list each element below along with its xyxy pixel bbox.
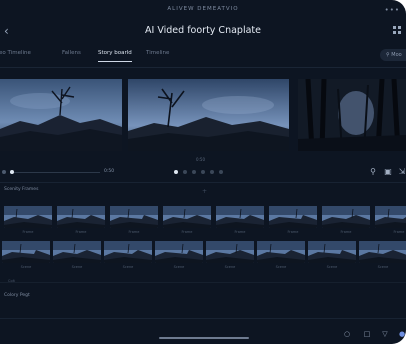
frame-thumbnail[interactable]	[375, 206, 406, 228]
expand-icon[interactable]: ⇲	[396, 166, 406, 178]
page-title: AI Vided foorty Cnaplate	[145, 25, 261, 36]
scrubber-time: 0:50	[104, 169, 115, 174]
tab-timeline[interactable]: Timeline	[146, 48, 169, 58]
preview-frame-3[interactable]	[298, 79, 406, 151]
frame-label: Frame	[128, 230, 140, 234]
home-circle-icon[interactable]: ○	[342, 329, 352, 339]
frame-thumbnail[interactable]	[163, 206, 211, 228]
scene-thumbnail[interactable]	[308, 241, 356, 263]
frame-label: Frame	[75, 230, 87, 234]
app-name: ALIVEW DEMEATVIO	[167, 6, 239, 12]
search-button[interactable]: ⚲ Moo	[380, 49, 406, 61]
scene-label: Scene	[122, 265, 134, 269]
scene-strip: Scene Scene Scene Scene Scene Scene Scene Scene	[0, 241, 406, 269]
scene-thumbnail[interactable]	[155, 241, 203, 263]
scene-label: Scene	[377, 265, 389, 269]
home-indicator[interactable]	[159, 337, 249, 339]
frame-thumbnail[interactable]	[4, 206, 52, 228]
frame-thumbnail[interactable]	[322, 206, 370, 228]
recents-square-icon[interactable]: □	[362, 329, 372, 339]
search-icon: ⚲	[386, 52, 390, 58]
page-dot[interactable]	[174, 170, 178, 174]
more-menu-icon[interactable]: •••	[385, 6, 400, 14]
frame-thumbnail[interactable]	[110, 206, 158, 228]
tab-divider	[0, 67, 406, 68]
scene-thumbnail[interactable]	[359, 241, 406, 263]
frame-thumbnail[interactable]	[57, 206, 105, 228]
search-frame-icon[interactable]: ⚲	[367, 166, 379, 178]
scene-thumbnail[interactable]	[257, 241, 305, 263]
scene-thumbnail[interactable]	[206, 241, 254, 263]
section-label-frames: Scenity Frames	[4, 187, 39, 192]
app-window: ALIVEW DEMEATVIO ••• ‹ AI Vided foorty C…	[0, 0, 406, 344]
add-frame-icon[interactable]: +	[202, 188, 207, 195]
scene-label: Scene	[275, 265, 287, 269]
frame-label: Frame	[340, 230, 352, 234]
page-dot[interactable]	[219, 170, 223, 174]
frame-label: Frame	[22, 230, 34, 234]
preview-frame-2[interactable]	[128, 79, 289, 151]
tab-fallens[interactable]: Fallens	[62, 48, 81, 58]
scrubber-start-marker	[2, 170, 6, 174]
grid-view-icon[interactable]	[393, 26, 401, 34]
section-divider	[0, 318, 406, 319]
frame-strip: Frame Frame Frame Frame Frame Frame Frame Frame	[0, 206, 406, 234]
frame-label: Frame	[393, 230, 405, 234]
strip-note: Colt	[8, 279, 15, 283]
scene-label: Scene	[326, 265, 338, 269]
page-dot[interactable]	[183, 170, 187, 174]
assistant-icon[interactable]: ●	[397, 329, 406, 339]
scrubber-handle[interactable]	[9, 170, 14, 174]
tab-bar: ideo Timeline Fallens Story boarld Timel…	[0, 48, 406, 64]
scene-thumbnail[interactable]	[2, 241, 50, 263]
page-dot[interactable]	[192, 170, 196, 174]
crop-icon[interactable]: ▣	[382, 166, 394, 178]
preview-caption: 0:50	[196, 157, 205, 162]
section-divider	[0, 182, 406, 183]
page-dot[interactable]	[210, 170, 214, 174]
preview-frame-1[interactable]	[0, 79, 122, 151]
scene-thumbnail[interactable]	[53, 241, 101, 263]
scene-label: Scene	[71, 265, 83, 269]
scene-label: Scene	[173, 265, 185, 269]
scrubber-track[interactable]	[10, 172, 100, 173]
frame-label: Frame	[181, 230, 193, 234]
page-dot[interactable]	[201, 170, 205, 174]
tab-video-timeline[interactable]: ideo Timeline	[0, 48, 31, 58]
back-triangle-icon[interactable]: ▽	[380, 329, 390, 339]
search-label: Moo	[391, 52, 402, 58]
frame-label: Frame	[234, 230, 246, 234]
tab-storyboard[interactable]: Story boarld	[98, 48, 132, 62]
scene-label: Scene	[20, 265, 32, 269]
strip-divider	[0, 282, 406, 283]
frame-label: Frame	[287, 230, 299, 234]
frame-thumbnail[interactable]	[216, 206, 264, 228]
section-label-story: Colory Pegt	[4, 293, 30, 298]
scene-label: Scene	[224, 265, 236, 269]
scene-thumbnail[interactable]	[104, 241, 152, 263]
frame-thumbnail[interactable]	[269, 206, 317, 228]
